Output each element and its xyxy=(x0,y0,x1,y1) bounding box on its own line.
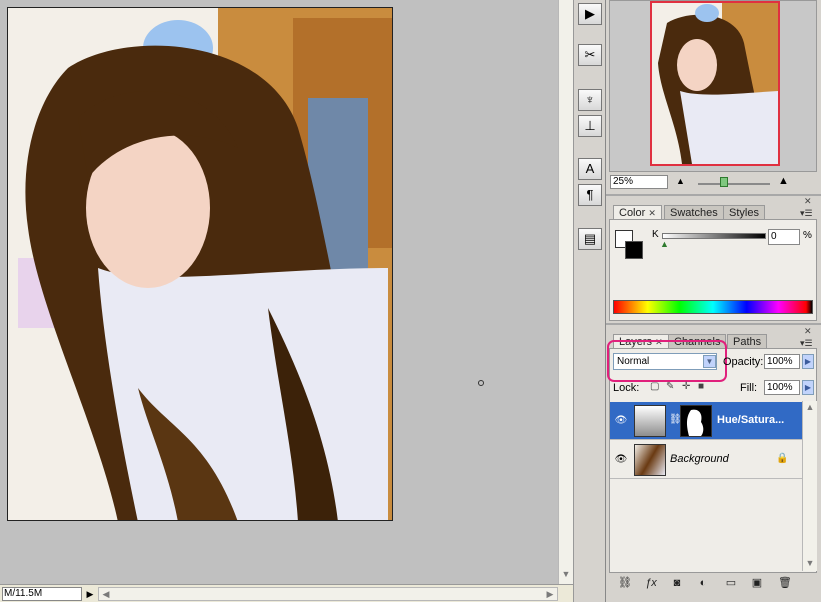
right-panels: 25% ▲ ▲ ✕ Color ✕ Swatches Styles ▾☰ K ▲… xyxy=(605,0,821,602)
fill-arrow-icon[interactable]: ▶ xyxy=(802,380,814,395)
eye-icon[interactable]: 👁 xyxy=(613,453,629,467)
link-layers-icon[interactable]: ⛓ xyxy=(615,575,635,591)
zoom-slider-handle[interactable] xyxy=(720,177,728,187)
lock-transparency-icon[interactable]: ▢ xyxy=(650,381,659,392)
cursor-circle xyxy=(478,380,484,386)
eye-icon[interactable]: 👁 xyxy=(613,414,629,428)
k-value-field[interactable]: 0 xyxy=(768,229,800,245)
document-size-readout: M/11.5M xyxy=(2,587,82,601)
new-layer-icon[interactable]: ▣ xyxy=(747,575,767,591)
lock-position-icon[interactable]: ✛ xyxy=(682,381,690,392)
blend-mode-value: Normal xyxy=(617,356,650,367)
opacity-field[interactable]: 100% xyxy=(764,354,800,369)
lock-all-icon[interactable]: ■ xyxy=(698,381,704,392)
mask-art xyxy=(687,409,704,436)
scroll-down-arrow-icon[interactable]: ▼ xyxy=(559,568,573,580)
layer-row[interactable]: 👁 Background 🔒 xyxy=(610,441,802,479)
zoom-out-icon[interactable]: ▲ xyxy=(676,176,685,186)
brush-icon[interactable]: ♆ xyxy=(578,89,602,111)
document-canvas-area[interactable] xyxy=(0,0,558,584)
background-color-swatch[interactable] xyxy=(625,241,643,259)
layer-row[interactable]: 👁 ⛓ Hue/Satura... xyxy=(610,402,802,440)
scroll-left-arrow-icon[interactable]: ◀ xyxy=(99,588,113,600)
lock-label: Lock: xyxy=(613,382,640,394)
new-adjustment-layer-icon[interactable]: ◐ xyxy=(693,575,713,591)
close-tab-icon[interactable]: ✕ xyxy=(648,208,656,218)
play-icon[interactable]: ▶ xyxy=(578,3,602,25)
status-menu-arrow-icon[interactable]: ▶ xyxy=(84,587,96,601)
paragraph-icon[interactable]: ¶ xyxy=(578,184,602,206)
layer-style-fx-icon[interactable]: ƒx xyxy=(641,575,661,591)
tool-presets-icon[interactable]: ✂ xyxy=(578,44,602,66)
tab-color[interactable]: Color ✕ xyxy=(613,205,662,220)
navigator-thumbnail-art xyxy=(652,3,778,164)
add-mask-icon[interactable]: ◙ xyxy=(667,575,687,591)
layer-name[interactable]: Background xyxy=(670,453,729,465)
canvas-horizontal-scrollbar[interactable]: ◀ ▶ xyxy=(98,587,558,601)
blend-mode-select[interactable]: Normal ▼ xyxy=(613,353,717,370)
character-icon[interactable]: A xyxy=(578,158,602,180)
lock-image-icon[interactable]: ✎ xyxy=(666,381,674,392)
clone-source-icon[interactable]: ⊥ xyxy=(578,115,602,137)
scroll-up-arrow-icon[interactable]: ▲ xyxy=(803,401,817,413)
panel-dock: ▶ ✂ ♆ ⊥ A ¶ ▤ xyxy=(573,0,605,602)
lock-icon: 🔒 xyxy=(776,453,789,464)
canvas-vertical-scrollbar[interactable]: ▼ xyxy=(558,0,573,584)
scroll-down-arrow-icon[interactable]: ▼ xyxy=(803,557,817,569)
layer-name[interactable]: Hue/Satura... xyxy=(717,414,784,426)
tab-color-label: Color xyxy=(619,207,646,219)
tab-swatches[interactable]: Swatches xyxy=(664,205,724,220)
opacity-arrow-icon[interactable]: ▶ xyxy=(802,354,814,369)
opacity-label: Opacity: xyxy=(723,356,764,368)
layer-comps-icon[interactable]: ▤ xyxy=(578,228,602,250)
adjustment-layer-icon xyxy=(634,405,666,437)
panel-menu-icon[interactable]: ▾☰ xyxy=(800,208,813,219)
layer-mask-thumbnail[interactable] xyxy=(680,405,712,437)
navigator-preview[interactable] xyxy=(609,0,817,172)
navigator-view-box[interactable] xyxy=(650,1,780,166)
k-channel-label: K xyxy=(652,229,659,240)
new-group-icon[interactable]: ▭ xyxy=(721,575,741,591)
tab-styles[interactable]: Styles xyxy=(723,205,765,220)
fill-label: Fill: xyxy=(740,382,758,394)
document-image[interactable] xyxy=(7,7,393,521)
chevron-down-icon[interactable]: ▼ xyxy=(703,355,716,368)
close-panel-icon[interactable]: ✕ xyxy=(804,196,812,207)
close-panel-icon[interactable]: ✕ xyxy=(804,326,812,337)
k-slider-handle-icon[interactable]: ▲ xyxy=(660,239,669,249)
trash-icon[interactable]: 🗑 xyxy=(775,575,795,591)
layers-panel: Normal ▼ Opacity: 100% ▶ Lock: ▢ ✎ ✛ ■ F… xyxy=(607,340,817,590)
scroll-right-arrow-icon[interactable]: ▶ xyxy=(543,588,557,600)
panel-divider xyxy=(606,194,821,196)
k-slider[interactable] xyxy=(662,233,766,239)
status-bar: M/11.5M ▶ ◀ ▶ xyxy=(0,584,573,602)
zoom-slider-track[interactable] xyxy=(698,183,770,185)
zoom-in-icon[interactable]: ▲ xyxy=(778,175,789,187)
k-unit-label: % xyxy=(803,230,812,241)
layers-footer-toolbar: ⛓ ƒx ◙ ◐ ▭ ▣ 🗑 xyxy=(609,572,817,592)
tab-paths[interactable]: Paths xyxy=(727,334,768,349)
color-spectrum-ramp[interactable] xyxy=(613,300,813,314)
zoom-level-field[interactable]: 25% xyxy=(610,175,668,189)
layers-scrollbar[interactable]: ▲ ▼ xyxy=(802,401,817,571)
color-panel: K ▲ 0 % xyxy=(609,219,817,321)
fill-field[interactable]: 100% xyxy=(764,380,800,395)
layer-thumbnail xyxy=(634,444,666,476)
panel-divider xyxy=(606,323,821,325)
photo-art xyxy=(8,8,392,520)
